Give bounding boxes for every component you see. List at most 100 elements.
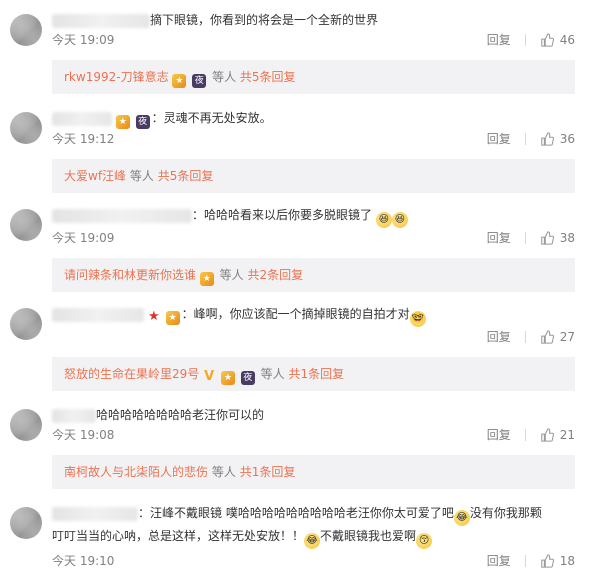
timestamp: 今天 19:10	[52, 554, 115, 568]
like-count: 36	[559, 132, 575, 146]
timestamp: 今天 19:09	[52, 231, 115, 245]
night-badge-icon: 夜	[240, 371, 255, 385]
comment-actions: 回复 46	[487, 30, 575, 50]
like-button[interactable]: 38	[540, 228, 575, 248]
comment-meta: 今天 19:08 回复 21	[52, 425, 575, 445]
more-replies-link[interactable]: 共1条回复	[240, 465, 296, 479]
comment-text: ★ ★ ：峰啊，你应该配一个摘掉眼镜的自拍才对 🤓	[52, 304, 575, 327]
divider	[524, 429, 526, 441]
divider	[524, 34, 526, 46]
avatar[interactable]	[10, 14, 42, 46]
username[interactable]	[52, 111, 112, 126]
avatar[interactable]	[10, 209, 42, 241]
more-replies-link[interactable]: 共5条回复	[158, 169, 214, 183]
like-count: 18	[559, 554, 575, 568]
gold-badge-icon: ★	[199, 272, 214, 286]
divider	[524, 133, 526, 145]
night-badge-icon: 夜	[192, 74, 207, 88]
divider	[524, 555, 526, 567]
avatar[interactable]	[10, 112, 42, 144]
comment-meta: 今天 19:09 回复 38	[52, 228, 575, 248]
laughing-emoji-icon: 😆	[391, 212, 408, 228]
comment-actions: 回复 21	[487, 425, 575, 445]
like-button[interactable]: 18	[540, 551, 575, 571]
reply-users-suffix: 等人	[260, 367, 285, 381]
reply-users-suffix: 等人	[219, 268, 244, 282]
like-count: 46	[559, 33, 575, 47]
like-button[interactable]: 46	[540, 30, 575, 50]
comment-item: ★ ★ ：峰啊，你应该配一个摘掉眼镜的自拍才对 🤓 回复 27 怒放的生命在果岭里2…	[0, 292, 589, 391]
gold-badge-icon: ★	[115, 115, 130, 129]
comment-actions: 回复 27	[487, 327, 575, 347]
comment-actions: 回复 38	[487, 228, 575, 248]
reply-users[interactable]: 大爱wf汪峰	[64, 169, 126, 183]
comment-text: ★ 夜：灵魂不再无处安放。	[52, 108, 575, 129]
comment-meta: 今天 19:09 回复 46	[52, 30, 575, 50]
comment-text: ：汪峰不戴眼镜 噗哈哈哈哈哈哈哈哈哈老汪你你太可爱了吧 😂 没有你我那颗	[52, 503, 575, 526]
comment-actions: 回复 36	[487, 129, 575, 149]
more-replies-link[interactable]: 共5条回复	[240, 70, 296, 84]
avatar[interactable]	[10, 507, 42, 539]
reply-users-suffix: 等人	[129, 169, 154, 183]
username[interactable]	[52, 13, 150, 28]
like-button[interactable]: 27	[540, 327, 575, 347]
comment-text: ：哈哈哈看来以后你要多脱眼镜了 😆 😆	[52, 205, 575, 228]
sub-replies-bar[interactable]: 怒放的生命在果岭里29号 V ★ 夜 等人 共1条回复	[52, 357, 575, 391]
like-count: 38	[559, 231, 575, 245]
sub-replies-bar[interactable]: 请问辣条和林更新你选谁 ★ 等人 共2条回复	[52, 258, 575, 292]
divider	[524, 331, 526, 343]
sub-replies-bar[interactable]: rkw1992-刀锋意志 ★ 夜 等人 共5条回复	[52, 60, 575, 94]
thumbs-up-icon	[540, 33, 554, 47]
timestamp: 今天 19:12	[52, 132, 115, 146]
username[interactable]	[52, 408, 96, 423]
laughing-emoji-icon: 😆	[375, 212, 392, 228]
like-button[interactable]: 21	[540, 425, 575, 445]
more-replies-link[interactable]: 共2条回复	[248, 268, 304, 282]
reply-button[interactable]: 回复	[487, 551, 511, 571]
laugh-cry-emoji-icon: 😂	[453, 510, 470, 526]
reply-users[interactable]: 请问辣条和林更新你选谁	[64, 268, 196, 282]
thumbs-up-icon	[540, 330, 554, 344]
like-count: 21	[559, 428, 575, 442]
comment-item: 哈哈哈哈哈哈哈哈老汪你可以的 今天 19:08 回复 21 南柯故人与北柒陌人的…	[0, 391, 589, 489]
comment-item: ：哈哈哈看来以后你要多脱眼镜了 😆 😆 今天 19:09 回复 38 请问辣条和林…	[0, 193, 589, 292]
reply-button[interactable]: 回复	[487, 327, 511, 347]
comment-item: 摘下眼镜，你看到的将会是一个全新的世界 今天 19:09 回复 46 rkw19…	[0, 0, 589, 94]
avatar[interactable]	[10, 409, 42, 441]
reply-button[interactable]: 回复	[487, 228, 511, 248]
laugh-cry-emoji-icon: 😂	[304, 533, 321, 549]
sub-replies-bar[interactable]: 大爱wf汪峰 等人 共5条回复	[52, 159, 575, 193]
timestamp: 今天 19:09	[52, 33, 115, 47]
like-count: 27	[559, 330, 575, 344]
vip-v-icon: V	[204, 369, 215, 384]
reply-users[interactable]: 南柯故人与北柒陌人的悲伤	[64, 465, 208, 479]
thumbs-up-icon	[540, 132, 554, 146]
reply-users[interactable]: 怒放的生命在果岭里29号	[64, 367, 199, 381]
username[interactable]	[52, 208, 192, 223]
comment-actions: 回复 18	[487, 551, 575, 571]
reply-users-suffix: 等人	[212, 70, 237, 84]
comment-text: 摘下眼镜，你看到的将会是一个全新的世界	[52, 10, 575, 30]
reply-button[interactable]: 回复	[487, 129, 511, 149]
gold-badge-icon: ★	[172, 74, 187, 88]
thumbs-up-icon	[540, 231, 554, 245]
glasses-emoji-icon: 🤓	[409, 311, 426, 327]
more-replies-link[interactable]: 共1条回复	[288, 367, 344, 381]
username[interactable]	[52, 307, 144, 322]
username[interactable]	[52, 506, 138, 521]
thumbs-up-icon	[540, 428, 554, 442]
comment-meta: 今天 19:10 回复 18	[52, 551, 575, 571]
reply-users-suffix: 等人	[211, 465, 236, 479]
comment-text: 哈哈哈哈哈哈哈哈老汪你可以的	[52, 405, 575, 425]
like-button[interactable]: 36	[540, 129, 575, 149]
sub-replies-bar[interactable]: 南柯故人与北柒陌人的悲伤 等人 共1条回复	[52, 455, 575, 489]
night-badge-icon: 夜	[135, 115, 150, 129]
comment-meta: 今天 19:12 回复 36	[52, 129, 575, 149]
thumbs-up-icon	[540, 554, 554, 568]
star-badge-icon: ★	[148, 309, 160, 324]
kiss-emoji-icon: 😚	[416, 533, 433, 549]
avatar[interactable]	[10, 308, 42, 340]
reply-button[interactable]: 回复	[487, 425, 511, 445]
reply-button[interactable]: 回复	[487, 30, 511, 50]
reply-users[interactable]: rkw1992-刀锋意志	[64, 70, 169, 84]
